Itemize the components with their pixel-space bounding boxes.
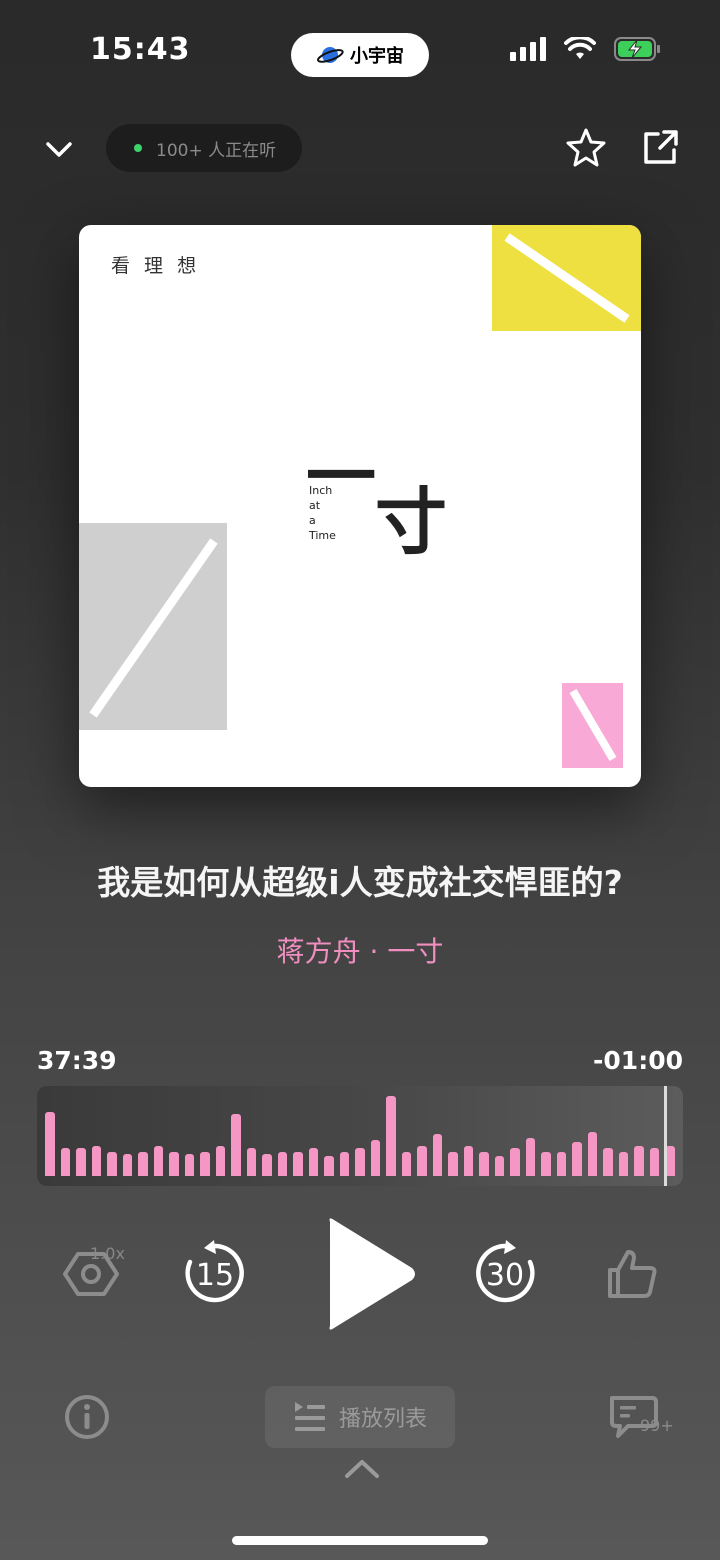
- app-pill[interactable]: 小宇宙: [291, 33, 429, 77]
- waveform-bar: [587, 1132, 597, 1176]
- waveform-bar: [401, 1152, 411, 1176]
- wifi-icon: [564, 37, 596, 59]
- cover-art: 看 理 想 一 寸 Inch at a Time: [79, 225, 641, 787]
- signal-icon: [510, 37, 546, 61]
- home-indicator[interactable]: [232, 1536, 488, 1545]
- waveform-bar: [525, 1138, 535, 1176]
- collapse-chevron-icon[interactable]: [44, 134, 74, 164]
- waveform-bar: [246, 1148, 256, 1176]
- expand-up-chevron-icon[interactable]: [343, 1456, 381, 1482]
- thumbs-up-icon[interactable]: [604, 1246, 660, 1302]
- skip-back-icon: 15: [185, 1240, 244, 1303]
- waveform-bar: [572, 1142, 582, 1176]
- star-icon[interactable]: [564, 126, 608, 170]
- comments-count: 99+: [640, 1416, 674, 1435]
- episode-title: 我是如何从超级i人变成社交悍匪的?: [97, 863, 623, 902]
- waveform-bar: [355, 1148, 365, 1176]
- skip-back-button[interactable]: 15: [180, 1238, 250, 1308]
- waveform-bar: [603, 1148, 613, 1176]
- waveform-bar: [448, 1152, 458, 1176]
- waveform-bar: [370, 1140, 380, 1176]
- waveform-bar: [138, 1152, 148, 1176]
- app-pill-label: 小宇宙: [350, 46, 404, 67]
- waveform-bar: [634, 1146, 644, 1176]
- waveform-bar: [200, 1152, 210, 1176]
- waveform-bar: [231, 1114, 241, 1176]
- waveform-bar: [122, 1154, 132, 1176]
- waveform-bar: [463, 1146, 473, 1176]
- waveform-bar: [324, 1156, 334, 1176]
- elapsed-time: 37:39: [37, 1046, 117, 1075]
- live-dot: [134, 144, 142, 152]
- waveform-bar: [184, 1154, 194, 1176]
- waveform-bar: [76, 1148, 86, 1176]
- waveform-bar: [277, 1152, 287, 1176]
- share-icon[interactable]: [640, 126, 682, 168]
- episode-subtitle[interactable]: 蒋方舟 · 一寸: [0, 930, 720, 970]
- listeners-label: 100+ 人正在听: [156, 140, 277, 161]
- waveform-bar: [153, 1146, 163, 1176]
- waveform-bar: [541, 1152, 551, 1176]
- skip-forward-icon: 30: [476, 1240, 535, 1303]
- listeners-badge: 100+ 人正在听: [106, 124, 302, 172]
- speed-label: 1.0x: [90, 1244, 125, 1263]
- status-icons: [510, 36, 662, 62]
- waveform-bar: [494, 1156, 504, 1176]
- waveform-bar: [45, 1112, 55, 1176]
- waveform-bar: [649, 1148, 659, 1176]
- waveform-bar: [618, 1152, 628, 1176]
- waveform-bars: [45, 1096, 675, 1176]
- skip-forward-button[interactable]: 30: [470, 1238, 540, 1308]
- waveform-bar: [215, 1146, 225, 1176]
- skip-back-label: 15: [196, 1258, 234, 1293]
- play-icon[interactable]: [322, 1216, 418, 1332]
- waveform-bar: [417, 1146, 427, 1176]
- waveform-bar: [91, 1146, 101, 1176]
- waveform-bar: [308, 1148, 318, 1176]
- waveform-bar: [293, 1152, 303, 1176]
- playlist-icon: [294, 1402, 325, 1431]
- status-time: 15:43: [90, 32, 191, 67]
- waveform-scrubber[interactable]: [37, 1086, 683, 1186]
- playhead[interactable]: [664, 1086, 667, 1186]
- waveform-bar: [479, 1152, 489, 1176]
- waveform-bar: [339, 1152, 349, 1176]
- waveform-bar: [386, 1096, 396, 1176]
- waveform-bar: [432, 1134, 442, 1176]
- waveform-bar: [169, 1152, 179, 1176]
- cover-english: Inch at a Time: [309, 484, 336, 542]
- remaining-time: -01:00: [593, 1046, 683, 1075]
- waveform-bar: [556, 1152, 566, 1176]
- waveform-bar: [60, 1148, 70, 1176]
- waveform-bar: [262, 1154, 272, 1176]
- planet-icon: [317, 47, 344, 63]
- waveform-bar: [107, 1152, 117, 1176]
- info-icon[interactable]: [64, 1394, 110, 1440]
- playlist-label: 播放列表: [338, 1407, 427, 1432]
- battery-charging-icon: [614, 37, 660, 61]
- waveform-bar: [510, 1148, 520, 1176]
- cover-char-cun: 寸: [375, 480, 448, 564]
- skip-forward-label: 30: [486, 1258, 524, 1293]
- playlist-button[interactable]: 播放列表: [265, 1386, 455, 1448]
